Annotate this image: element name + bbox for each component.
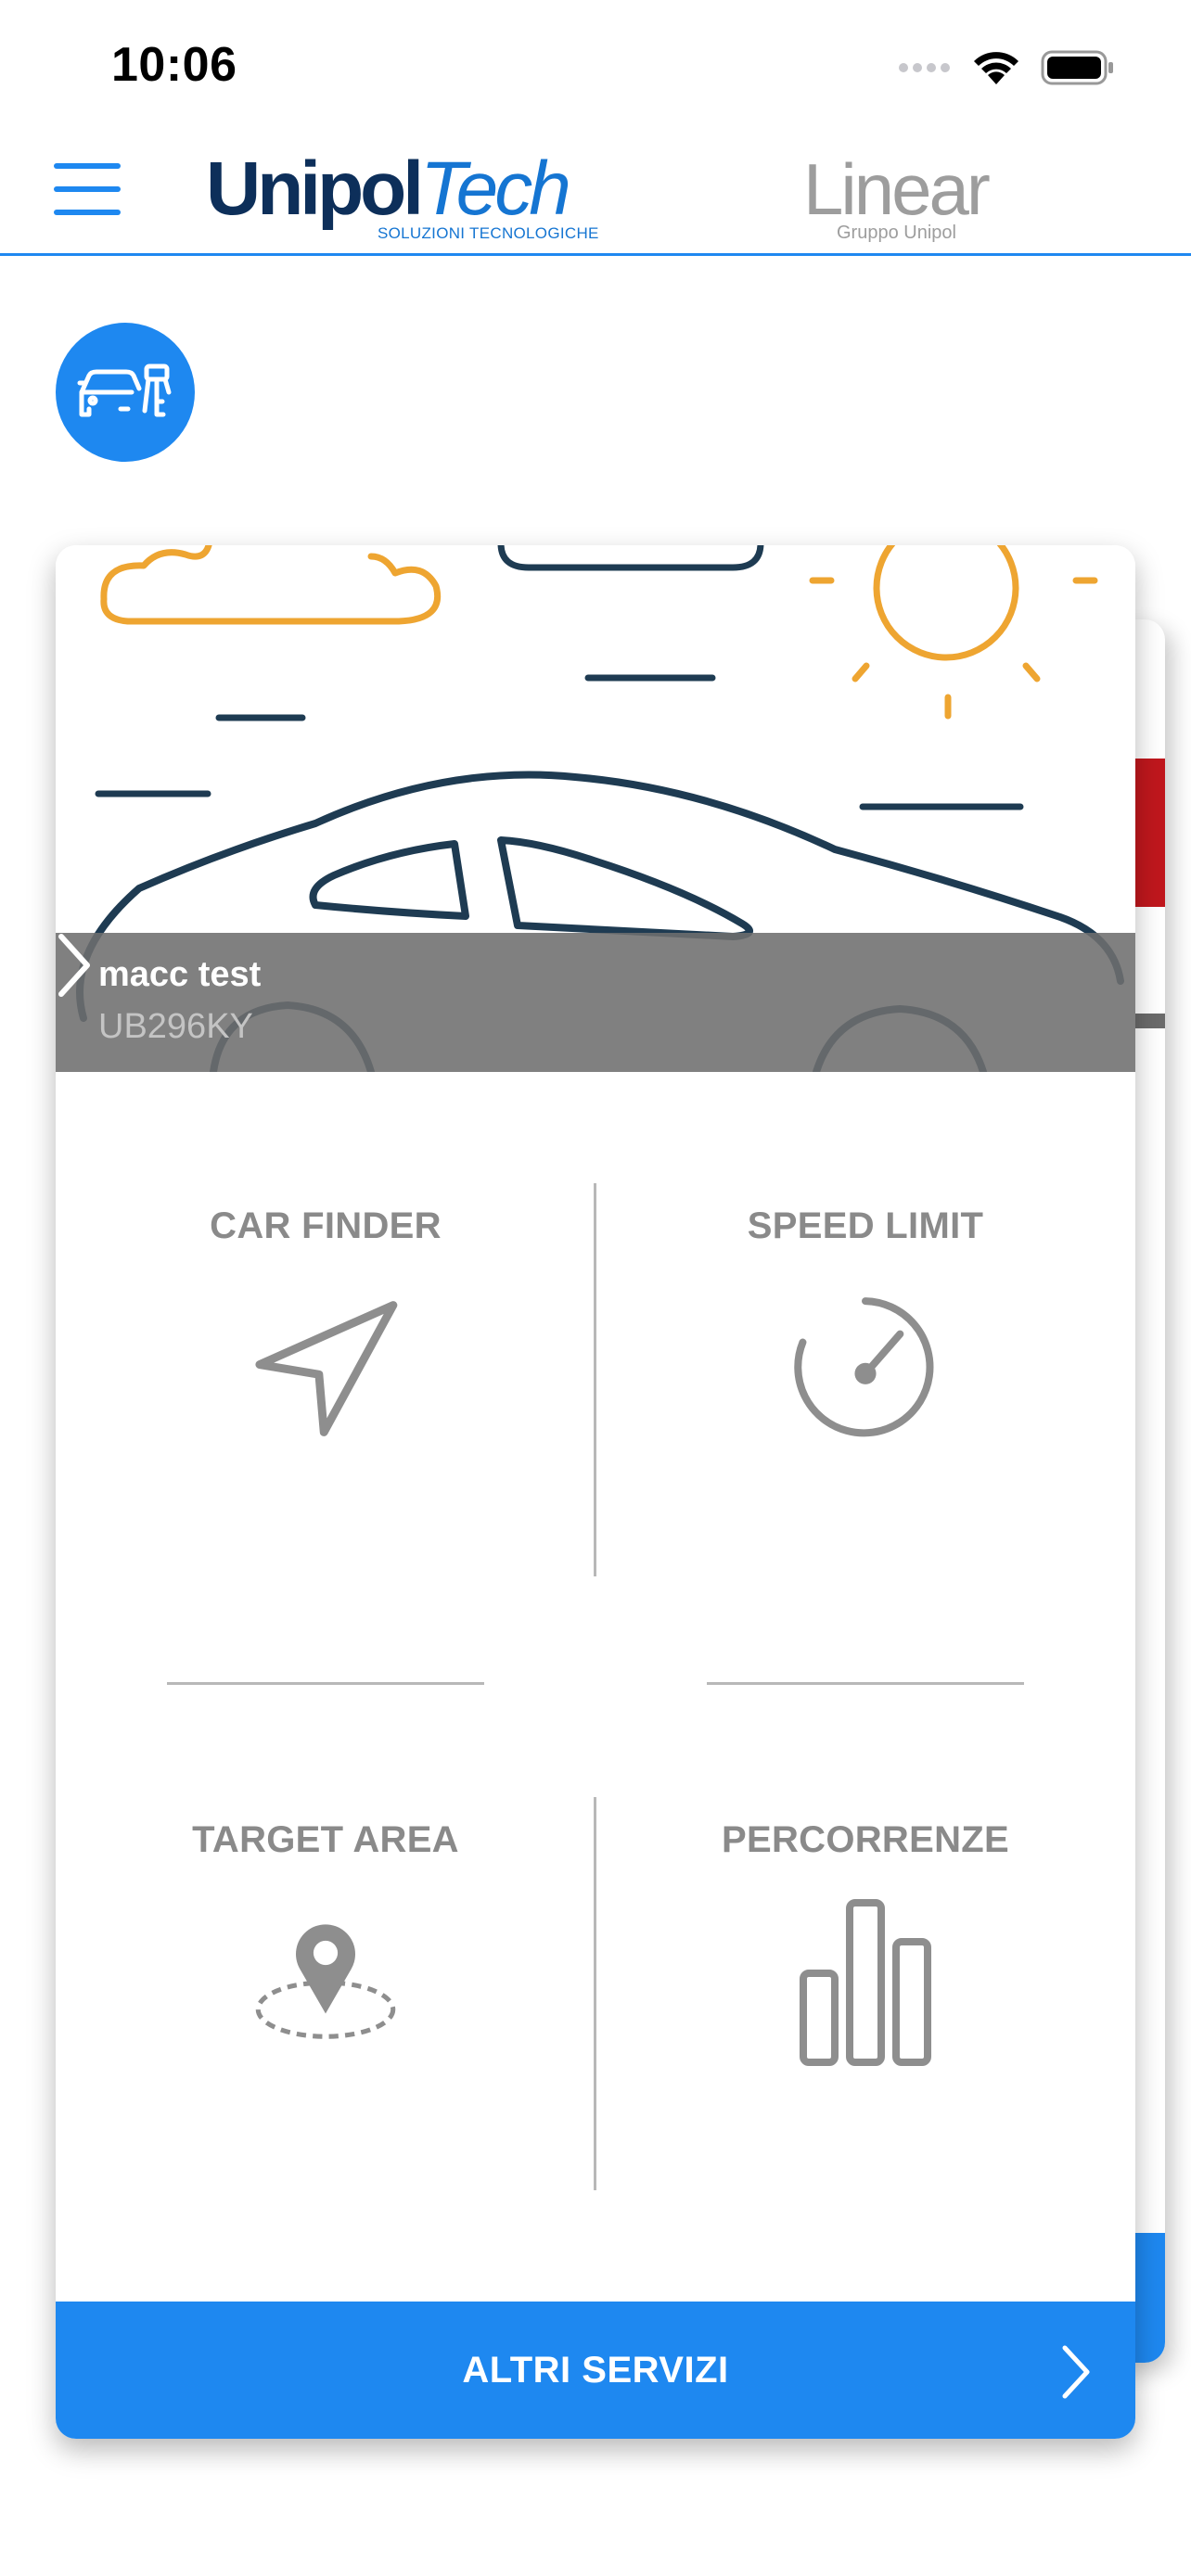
service-label: CAR FINDER [210, 1205, 442, 1246]
logo-tagline: SOLUZIONI TECNOLOGICHE [378, 224, 599, 242]
cellular-signal-icon [899, 63, 950, 72]
battery-icon [1041, 50, 1113, 85]
vehicle-card: macc test UB296KY CAR FINDER SPEED LIMIT [56, 545, 1135, 2439]
service-target-area[interactable]: TARGET AREA [56, 1782, 596, 2172]
vehicle-name: macc test [98, 955, 262, 994]
grid-divider-vertical [594, 1797, 596, 2190]
service-car-finder[interactable]: CAR FINDER [56, 1168, 596, 1558]
status-icons [898, 45, 1115, 91]
navigation-arrow-icon [255, 1301, 398, 1436]
status-bar: 10:06 [0, 0, 1191, 130]
linear-logo: Linear Gruppo Unipol [803, 143, 991, 245]
chevron-right-icon [1062, 2345, 1090, 2399]
map-pin-area-icon [255, 1924, 396, 2039]
car-key-icon [77, 363, 172, 417]
logo-word-unipol: Unipol [206, 147, 424, 231]
wifi-icon [974, 52, 1018, 84]
grid-divider-horizontal [167, 1682, 484, 1685]
service-label: SPEED LIMIT [747, 1205, 984, 1246]
altri-servizi-label: ALTRI SERVIZI [462, 2349, 729, 2391]
logo-word-linear: Linear [803, 148, 991, 230]
logo-word-tech: Tech [420, 147, 571, 231]
speedometer-icon [794, 1297, 934, 1437]
vehicle-plate: UB296KY [98, 1007, 253, 1046]
chevron-right-icon [58, 934, 90, 997]
vehicle-hero-image: macc test UB296KY [56, 545, 1135, 1072]
service-label: PERCORRENZE [722, 1819, 1009, 1860]
grid-divider-horizontal [707, 1682, 1024, 1685]
service-label: TARGET AREA [192, 1819, 459, 1860]
vehicle-info-bar[interactable]: macc test UB296KY [56, 933, 1135, 1072]
altri-servizi-button[interactable]: ALTRI SERVIZI [56, 2302, 1135, 2439]
grid-divider-vertical [594, 1183, 596, 1576]
status-time: 10:06 [111, 38, 237, 92]
service-speed-limit[interactable]: SPEED LIMIT [596, 1168, 1135, 1558]
bar-chart-icon [800, 1899, 931, 2066]
logo-subtitle: Gruppo Unipol [837, 223, 956, 243]
app-header: UnipolTech SOLUZIONI TECNOLOGICHE Linear… [0, 130, 1191, 256]
service-percorrenze[interactable]: PERCORRENZE [596, 1782, 1135, 2172]
vehicle-switch-button[interactable] [56, 323, 195, 462]
hamburger-menu-icon[interactable] [54, 159, 121, 219]
unipoltech-logo: UnipolTech SOLUZIONI TECNOLOGICHE [206, 143, 599, 245]
